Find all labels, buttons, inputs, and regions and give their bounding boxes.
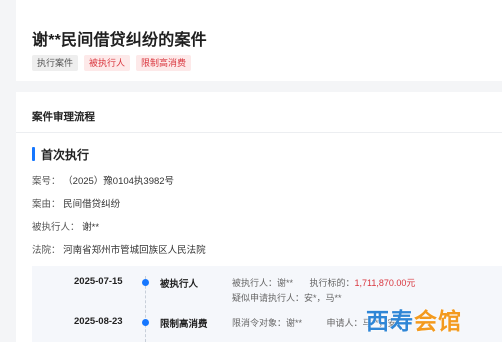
info-court: 法院： 河南省郑州市管城回族区人民法院 bbox=[32, 242, 206, 256]
detail-applicant-label: 申请人： bbox=[326, 318, 363, 328]
court-value[interactable]: 河南省郑州市管城回族区人民法院 bbox=[63, 245, 206, 256]
section-title: 案件审理流程 bbox=[32, 111, 95, 123]
court-label: 法院： bbox=[32, 245, 61, 256]
timeline-detail-line2: 疑似申请执行人：安*，马** bbox=[232, 293, 342, 303]
info-case-number: 案号： （2025）豫0104执3982号 bbox=[32, 173, 174, 187]
timeline-detail-line1: 被执行人：谢** 执行标的：1,711,870.00元 bbox=[232, 276, 415, 289]
sub-title: 首次执行 bbox=[41, 148, 90, 162]
timeline-date: 2025-08-23 bbox=[74, 316, 123, 327]
tag-respondent[interactable]: 被执行人 bbox=[84, 55, 131, 71]
divider bbox=[16, 132, 502, 133]
tag-consumption-restriction[interactable]: 限制高消费 bbox=[136, 55, 192, 71]
case-tags: 执行案件 被执行人 限制高消费 bbox=[32, 55, 192, 71]
info-respondent: 被执行人： 谢** bbox=[32, 219, 99, 233]
detail-party: 被执行人：谢** bbox=[232, 278, 294, 288]
detail-amount-label: 执行标的： bbox=[309, 278, 355, 288]
case-header-card: 谢**民间借贷纠纷的案件 执行案件 被执行人 限制高消费 bbox=[16, 0, 502, 81]
tag-execution-case[interactable]: 执行案件 bbox=[32, 55, 79, 71]
timeline-date: 2025-07-15 bbox=[74, 276, 123, 287]
timeline-type: 被执行人 bbox=[160, 279, 199, 290]
case-title: 谢**民间借贷纠纷的案件 bbox=[32, 32, 207, 49]
case-number-value[interactable]: （2025）豫0104执3982号 bbox=[63, 176, 174, 187]
timeline-item[interactable]: 2025-07-15 被执行人 被执行人：谢** 执行标的：1,711,870.… bbox=[32, 266, 502, 306]
case-number-label: 案号： bbox=[32, 176, 61, 187]
detail-amount-value: 1,711,870.00元 bbox=[354, 278, 416, 288]
info-case-cause: 案由： 民间借贷纠纷 bbox=[32, 196, 120, 210]
detail-party: 限消令对象：谢** bbox=[232, 318, 303, 328]
watermark-text-1: 西寿 bbox=[366, 308, 414, 334]
timeline-dot bbox=[142, 319, 149, 326]
watermark-logo: 西寿会馆 bbox=[366, 302, 502, 342]
respondent-value[interactable]: 谢** bbox=[82, 222, 99, 233]
respondent-label: 被执行人： bbox=[32, 222, 80, 233]
timeline-dot bbox=[142, 279, 149, 286]
case-cause-value: 民间借贷纠纷 bbox=[63, 199, 121, 210]
timeline-type: 限制高消费 bbox=[160, 319, 208, 330]
sub-title-accent-bar bbox=[32, 147, 35, 161]
watermark-text-2: 会馆 bbox=[414, 308, 462, 334]
case-cause-label: 案由： bbox=[32, 199, 61, 210]
